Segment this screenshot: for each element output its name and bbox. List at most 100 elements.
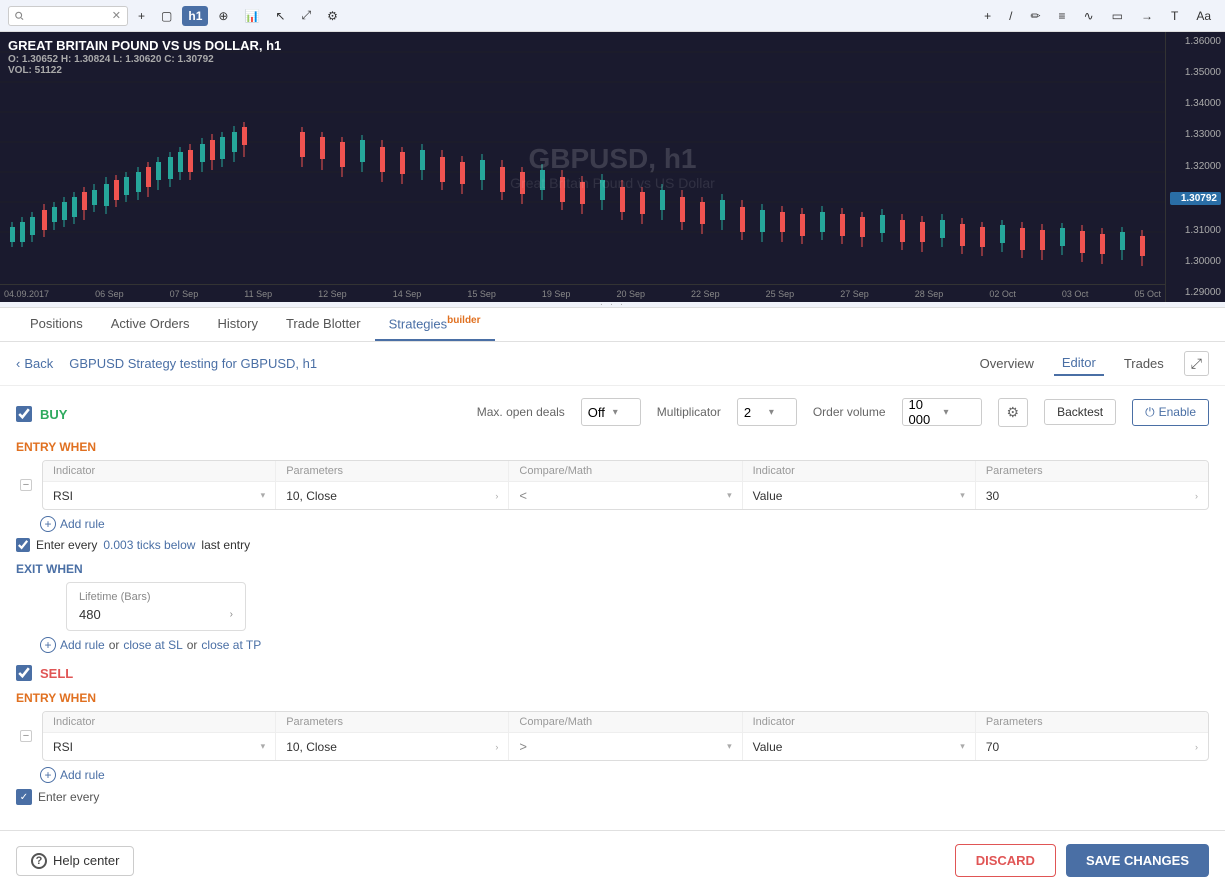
buy-indicator2-select[interactable]: Value ▾	[743, 482, 976, 509]
pointer-btn[interactable]: ↖	[269, 6, 291, 26]
buy-exit-links-row: + Add rule or close at SL or close at TP	[40, 637, 1209, 653]
sell-parameters-select[interactable]: 10, Close ›	[276, 733, 509, 760]
time-label-15: 03 Oct	[1062, 289, 1089, 299]
tab-trade-blotter[interactable]: Trade Blotter	[272, 308, 375, 341]
sell-entry-table-header: Indicator Parameters Compare/Math Indica…	[43, 712, 1208, 733]
enter-every-value[interactable]: 0.003 ticks below	[103, 538, 195, 552]
close-at-sl-link[interactable]: close at SL	[123, 638, 182, 652]
arrow-tool-btn[interactable]: →	[1135, 6, 1159, 26]
buy-comparemath-select[interactable]: < ▾	[509, 482, 742, 509]
sell-comparemath-arrow: ▾	[727, 741, 732, 752]
close-at-tp-link[interactable]: close at TP	[201, 638, 261, 652]
text-tool-btn[interactable]: T	[1165, 6, 1184, 26]
expand-view-btn[interactable]: ⤢	[1184, 351, 1209, 376]
deals-controls-row: Max. open deals Off ▾ Multiplicator 2 ▾ …	[477, 398, 1209, 427]
sell-parameters2-select[interactable]: 70 ›	[976, 733, 1208, 760]
time-label-7: 15 Sep	[467, 289, 496, 299]
buy-parameters2-select[interactable]: 30 ›	[976, 482, 1208, 509]
aa-tool-btn[interactable]: Aa	[1190, 6, 1217, 26]
tab-strategies[interactable]: Strategiesbuilder	[375, 307, 495, 341]
crosshair-btn[interactable]: ⊕	[212, 6, 234, 26]
buy-entry-add-rule-btn[interactable]: + Add rule	[40, 516, 105, 532]
time-label-10: 22 Sep	[691, 289, 720, 299]
settings-btn[interactable]: ⚙	[321, 6, 344, 26]
time-label-5: 12 Sep	[318, 289, 347, 299]
view-tab-editor[interactable]: Editor	[1054, 351, 1104, 376]
tab-positions[interactable]: Positions	[16, 308, 97, 341]
sell-entry-rule-table: Indicator Parameters Compare/Math Indica…	[42, 711, 1209, 761]
back-button[interactable]: ‹ Back	[16, 356, 53, 371]
time-label-14: 02 Oct	[989, 289, 1016, 299]
buy-indicator-select[interactable]: RSI ▾	[43, 482, 276, 509]
strategy-settings-btn[interactable]: ⚙	[998, 398, 1029, 427]
wave-tool-btn[interactable]: ∿	[1078, 6, 1100, 26]
help-center-btn[interactable]: ? Help center	[16, 846, 134, 876]
tab-active-orders[interactable]: Active Orders	[97, 308, 204, 341]
sell-comparemath-select[interactable]: > ▾	[509, 733, 742, 760]
multiplicator-select[interactable]: 2 ▾	[737, 398, 797, 426]
sell-checkbox[interactable]	[16, 665, 32, 681]
max-open-deals-select[interactable]: Off ▾	[581, 398, 641, 426]
strategy-header: ‹ Back GBPUSD Strategy testing for GBPUS…	[0, 342, 1225, 386]
sell-col-indicator2: Indicator	[743, 712, 976, 732]
time-label-2: 06 Sep	[95, 289, 124, 299]
search-icon	[15, 10, 24, 22]
lifetime-chevron-icon[interactable]: ›	[230, 609, 233, 620]
order-volume-arrow: ▾	[944, 407, 975, 418]
add-symbol-btn[interactable]: +	[132, 6, 151, 26]
window-btn[interactable]: ▢	[155, 6, 178, 26]
line-tool-btn[interactable]: /	[1003, 6, 1018, 26]
sell-col-parameters: Parameters	[276, 712, 509, 732]
enter-every-row: Enter every 0.003 ticks below last entry	[16, 538, 1209, 552]
col-indicator2: Indicator	[743, 461, 976, 481]
search-close-icon[interactable]: ✕	[112, 9, 121, 22]
sell-indicator2-select[interactable]: Value ▾	[743, 733, 976, 760]
sell-entry-remove-btn[interactable]: −	[20, 730, 32, 742]
price-label-6: 1.31000	[1170, 225, 1221, 236]
discard-btn[interactable]: DISCARD	[955, 844, 1056, 877]
enable-btn[interactable]: ⏻ Enable	[1132, 399, 1209, 426]
equals-tool-btn[interactable]: ≡	[1053, 6, 1072, 26]
price-label-4: 1.33000	[1170, 129, 1221, 140]
order-volume-label: Order volume	[813, 405, 886, 419]
price-label-7: 1.30000	[1170, 256, 1221, 267]
sell-indicator-select[interactable]: RSI ▾	[43, 733, 276, 760]
plus-tool-btn[interactable]: +	[978, 6, 997, 26]
buy-checkbox[interactable]	[16, 406, 32, 422]
sell-enter-checkbox-partial[interactable]: ✓	[16, 789, 32, 805]
backtest-btn[interactable]: Backtest	[1044, 399, 1116, 425]
sell-enter-every-partial: ✓ Enter every	[16, 789, 1209, 813]
tab-history[interactable]: History	[204, 308, 272, 341]
sell-entry-add-rule-row: + Add rule	[40, 767, 1209, 783]
footer: ? Help center DISCARD SAVE CHANGES	[0, 830, 1225, 890]
order-volume-select[interactable]: 10 000 ▾	[902, 398, 982, 426]
fullscreen-btn[interactable]: ⤢	[295, 5, 317, 26]
strategy-header-right: Overview Editor Trades ⤢	[972, 351, 1209, 376]
symbol-input[interactable]: GBPUSD	[28, 9, 108, 23]
entry-remove-btn[interactable]: −	[20, 479, 32, 491]
sell-col-indicator: Indicator	[43, 712, 276, 732]
symbol-search-box[interactable]: GBPUSD ✕	[8, 6, 128, 26]
time-label-3: 07 Sep	[170, 289, 199, 299]
buy-exit-add-rule-btn[interactable]: + Add rule	[40, 637, 105, 653]
time-label-12: 27 Sep	[840, 289, 869, 299]
col-comparemath: Compare/Math	[509, 461, 742, 481]
chart-type-btn[interactable]: 📊	[238, 6, 265, 26]
view-tab-overview[interactable]: Overview	[972, 352, 1042, 375]
rectangle-tool-btn[interactable]: ▭	[1106, 6, 1129, 26]
buy-section-header: BUY	[16, 406, 67, 422]
sell-entry-add-rule-btn[interactable]: + Add rule	[40, 767, 105, 783]
timeframe-h1-btn[interactable]: h1	[182, 6, 208, 26]
sell-entry-table-body: RSI ▾ 10, Close › > ▾ Value ▾ 70 ›	[43, 733, 1208, 760]
draw-tool-btn[interactable]: ✏	[1024, 6, 1046, 26]
lifetime-label: Lifetime (Bars)	[79, 591, 233, 603]
buy-parameters-select[interactable]: 10, Close ›	[276, 482, 509, 509]
sell-parameters2-arrow: ›	[1195, 742, 1198, 752]
enter-every-checkbox[interactable]	[16, 538, 30, 552]
time-label-8: 19 Sep	[542, 289, 571, 299]
view-tab-trades[interactable]: Trades	[1116, 352, 1172, 375]
buy-entry-indicator-wrap: − Indicator Parameters Compare/Math Indi…	[16, 460, 1209, 510]
exit-when-label: EXIT WHEN	[16, 562, 1209, 576]
save-changes-btn[interactable]: SAVE CHANGES	[1066, 844, 1209, 877]
time-label-13: 28 Sep	[915, 289, 944, 299]
